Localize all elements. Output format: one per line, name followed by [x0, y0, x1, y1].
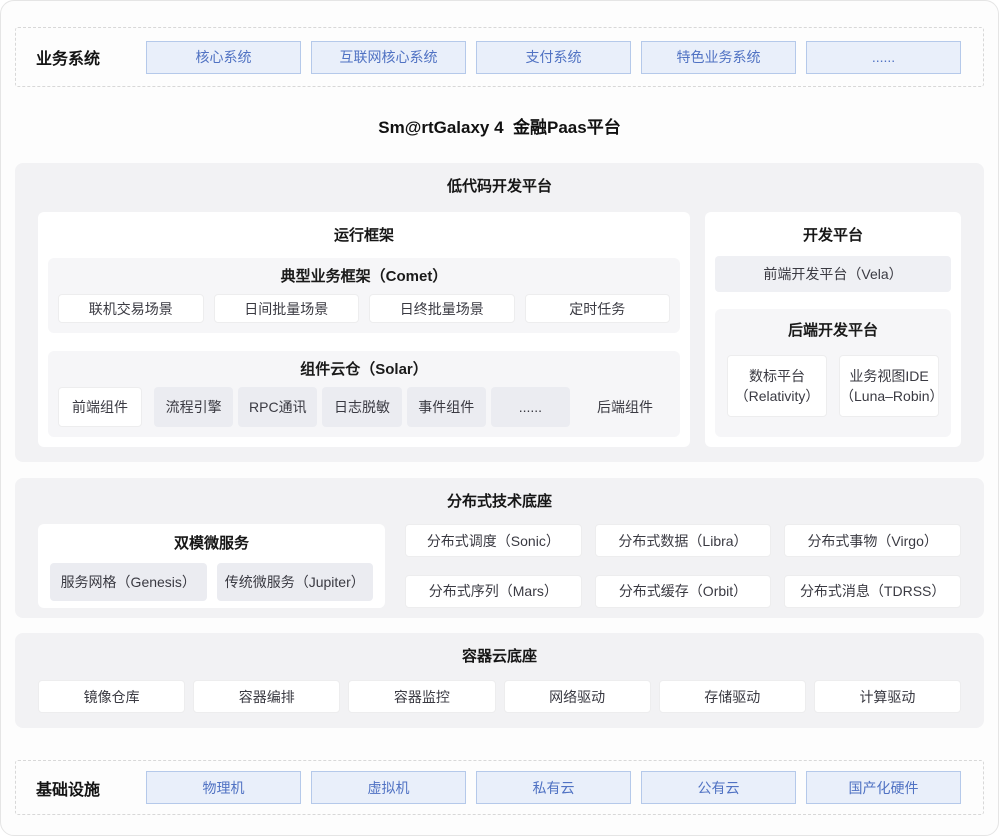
infrastructure-band: 基础设施 物理机 虚拟机 私有云 公有云 国产化硬件 — [15, 760, 984, 815]
comet-item-online-trading[interactable]: 联机交易场景 — [58, 294, 204, 323]
container-item-compute-driver[interactable]: 计算驱动 — [814, 680, 961, 713]
container-item-monitoring[interactable]: 容器监控 — [348, 680, 495, 713]
backend-item-relativity-name: 数标平台 — [749, 366, 805, 386]
solar-items-row: 前端组件 流程引擎 RPC通讯 日志脱敏 事件组件 ...... 后端组件 — [58, 387, 670, 427]
backend-item-luna-robin-code: （Luna–Robin） — [840, 386, 938, 406]
dual-mode-title: 双模微服务 — [50, 534, 373, 554]
container-item-image-registry[interactable]: 镜像仓库 — [38, 680, 185, 713]
platform-title: Sm@rtGalaxy 4 金融Paas平台 — [1, 115, 998, 140]
lowcode-platform-section: 低代码开发平台 运行框架 典型业务框架（Comet） 联机交易场景 日间批量场景… — [15, 163, 984, 462]
runtime-framework-box: 运行框架 典型业务框架（Comet） 联机交易场景 日间批量场景 日终批量场景 … — [38, 212, 690, 447]
solar-component-panel: 组件云仓（Solar） 前端组件 流程引擎 RPC通讯 日志脱敏 事件组件 ..… — [48, 351, 680, 437]
backend-dev-panel-title: 后端开发平台 — [727, 321, 939, 340]
business-system-payment[interactable]: 支付系统 — [476, 41, 631, 74]
dist-item-mars[interactable]: 分布式序列（Mars） — [405, 575, 582, 608]
architecture-diagram-page: 业务系统 核心系统 互联网核心系统 支付系统 特色业务系统 ...... Sm@… — [0, 0, 999, 836]
infra-virtual-machine[interactable]: 虚拟机 — [311, 771, 466, 804]
lowcode-section-title: 低代码开发平台 — [38, 177, 961, 197]
solar-item-rpc[interactable]: RPC通讯 — [238, 387, 317, 427]
container-item-network-driver[interactable]: 网络驱动 — [504, 680, 651, 713]
business-system-more[interactable]: ...... — [806, 41, 961, 74]
comet-framework-panel: 典型业务框架（Comet） 联机交易场景 日间批量场景 日终批量场景 定时任务 — [48, 258, 680, 333]
business-systems-label: 业务系统 — [36, 45, 136, 69]
distributed-base-section: 分布式技术底座 双模微服务 服务网格（Genesis） 传统微服务（Jupite… — [15, 478, 984, 618]
infra-public-cloud[interactable]: 公有云 — [641, 771, 796, 804]
business-systems-band: 业务系统 核心系统 互联网核心系统 支付系统 特色业务系统 ...... — [15, 27, 984, 87]
dual-mode-items-row: 服务网格（Genesis） 传统微服务（Jupiter） — [50, 563, 373, 601]
runtime-framework-title: 运行框架 — [48, 226, 680, 246]
container-cloud-title: 容器云底座 — [38, 647, 961, 667]
dual-mode-item-genesis[interactable]: 服务网格（Genesis） — [50, 563, 207, 601]
infra-domestic-hardware[interactable]: 国产化硬件 — [806, 771, 961, 804]
dist-item-orbit[interactable]: 分布式缓存（Orbit） — [595, 575, 772, 608]
dist-item-virgo[interactable]: 分布式事物（Virgo） — [784, 524, 961, 557]
comet-item-scheduled-task[interactable]: 定时任务 — [525, 294, 671, 323]
container-cloud-section: 容器云底座 镜像仓库 容器编排 容器监控 网络驱动 存储驱动 计算驱动 — [15, 633, 984, 728]
infra-private-cloud[interactable]: 私有云 — [476, 771, 631, 804]
solar-item-more[interactable]: ...... — [491, 387, 570, 427]
dev-platform-box: 开发平台 前端开发平台（Vela） 后端开发平台 数标平台 （Relativit… — [705, 212, 961, 447]
lowcode-body: 运行框架 典型业务框架（Comet） 联机交易场景 日间批量场景 日终批量场景 … — [38, 212, 961, 447]
dist-item-libra[interactable]: 分布式数据（Libra） — [595, 524, 772, 557]
comet-item-endofday-batch[interactable]: 日终批量场景 — [369, 294, 515, 323]
backend-item-luna-robin[interactable]: 业务视图IDE （Luna–Robin） — [839, 355, 939, 417]
frontend-dev-platform-vela[interactable]: 前端开发平台（Vela） — [715, 256, 951, 292]
backend-dev-items-row: 数标平台 （Relativity） 业务视图IDE （Luna–Robin） — [727, 355, 939, 417]
infrastructure-label: 基础设施 — [36, 776, 136, 800]
distributed-section-title: 分布式技术底座 — [38, 492, 961, 512]
solar-item-backend-component: 后端组件 — [580, 397, 670, 417]
backend-item-relativity[interactable]: 数标平台 （Relativity） — [727, 355, 827, 417]
dist-item-tdrss[interactable]: 分布式消息（TDRSS） — [784, 575, 961, 608]
infra-physical-machine[interactable]: 物理机 — [146, 771, 301, 804]
dev-platform-title: 开发平台 — [715, 226, 951, 246]
solar-item-process-engine[interactable]: 流程引擎 — [154, 387, 233, 427]
solar-item-event-component[interactable]: 事件组件 — [407, 387, 486, 427]
dual-mode-item-jupiter[interactable]: 传统微服务（Jupiter） — [217, 563, 374, 601]
container-item-orchestration[interactable]: 容器编排 — [193, 680, 340, 713]
comet-panel-title: 典型业务框架（Comet） — [58, 267, 670, 286]
business-system-special[interactable]: 特色业务系统 — [641, 41, 796, 74]
distributed-body: 双模微服务 服务网格（Genesis） 传统微服务（Jupiter） 分布式调度… — [38, 524, 961, 608]
backend-dev-panel: 后端开发平台 数标平台 （Relativity） 业务视图IDE （Luna–R… — [715, 309, 951, 437]
business-system-internet-core[interactable]: 互联网核心系统 — [311, 41, 466, 74]
dual-mode-microservice-box: 双模微服务 服务网格（Genesis） 传统微服务（Jupiter） — [38, 524, 385, 608]
business-system-core[interactable]: 核心系统 — [146, 41, 301, 74]
solar-item-frontend-component[interactable]: 前端组件 — [58, 387, 142, 427]
solar-panel-title: 组件云仓（Solar） — [58, 360, 670, 379]
comet-item-daytime-batch[interactable]: 日间批量场景 — [214, 294, 360, 323]
dist-item-sonic[interactable]: 分布式调度（Sonic） — [405, 524, 582, 557]
backend-item-luna-robin-name: 业务视图IDE — [849, 366, 928, 386]
comet-items-row: 联机交易场景 日间批量场景 日终批量场景 定时任务 — [58, 294, 670, 323]
distributed-services-grid: 分布式调度（Sonic） 分布式数据（Libra） 分布式事物（Virgo） 分… — [405, 524, 961, 608]
solar-item-log-masking[interactable]: 日志脱敏 — [322, 387, 401, 427]
backend-item-relativity-code: （Relativity） — [735, 386, 820, 406]
container-item-storage-driver[interactable]: 存储驱动 — [659, 680, 806, 713]
container-cloud-items-row: 镜像仓库 容器编排 容器监控 网络驱动 存储驱动 计算驱动 — [38, 680, 961, 713]
